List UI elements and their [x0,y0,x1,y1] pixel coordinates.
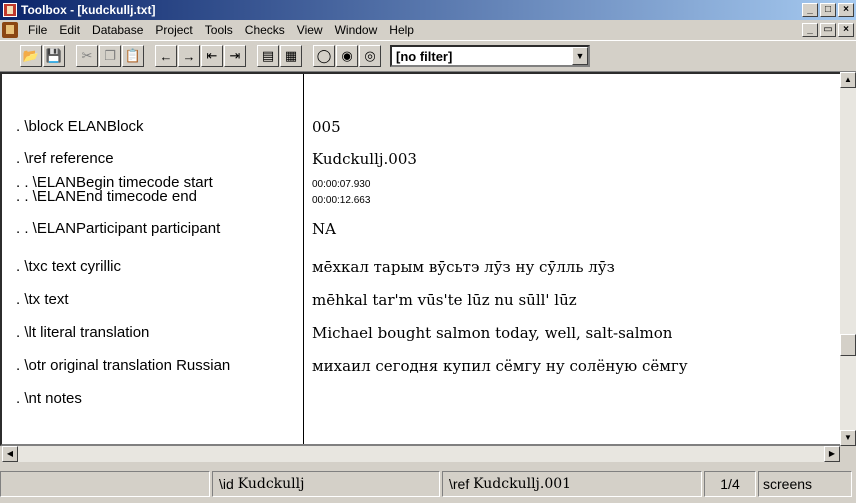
column-view-icon[interactable]: ▦ [280,45,302,67]
minimize-button[interactable]: _ [802,3,818,17]
menu-bar: File Edit Database Project Tools Checks … [0,20,856,40]
document-icon[interactable] [2,22,18,38]
horizontal-scrollbar[interactable]: ◀ ▶ [2,446,840,462]
field-marker[interactable]: . \txc text cyrillic [16,258,121,275]
scroll-right-icon[interactable]: ▶ [824,446,840,462]
field-marker[interactable]: . \lt literal translation [16,324,149,341]
first-record-icon[interactable]: ⇤ [201,45,223,67]
status-ref-value: Kudckullj.001 [473,475,572,492]
menu-checks[interactable]: Checks [239,23,291,37]
search-filter-icon[interactable]: ◎ [359,45,381,67]
close-button[interactable]: × [838,3,854,17]
maximize-button[interactable]: □ [820,3,836,17]
field-marker[interactable]: . \otr original translation Russian [16,357,230,374]
vertical-scrollbar[interactable]: ▲ ▼ [840,72,856,446]
status-id-value: Kudckullj [237,475,305,492]
doc-minimize-button[interactable]: _ [802,23,818,37]
filter-dropdown[interactable]: [no filter] ▼ [390,45,590,67]
scroll-left-icon[interactable]: ◀ [2,446,18,462]
scroll-down-icon[interactable]: ▼ [840,430,856,446]
paste-icon[interactable]: 📋 [122,45,144,67]
status-id: \id Kudckullj [212,470,440,497]
doc-restore-button[interactable]: ▭ [820,23,836,37]
save-icon[interactable]: 💾 [43,45,65,67]
status-record-position: 1/4 [704,470,756,497]
status-bar: \id Kudckullj \ref Kudckullj.001 1/4 scr… [0,464,856,503]
toolbox-app-icon [3,3,17,17]
doc-close-button[interactable]: × [838,23,854,37]
chevron-down-icon[interactable]: ▼ [572,47,588,65]
menu-project[interactable]: Project [149,23,198,37]
find-icon[interactable]: ◯ [313,45,335,67]
toolbar: 📂 💾 ✂ ❐ 📋 ← → ⇤ ⇥ ▤ ▦ ◯ ◉ ◎ [no filter] … [0,40,856,72]
cut-icon[interactable]: ✂ [76,45,98,67]
previous-record-icon[interactable]: ← [155,45,177,67]
field-value[interactable]: мēхкал тарым вӯсьтэ лӯз ну сӯлль лӯз [312,258,615,276]
menu-window[interactable]: Window [329,23,384,37]
menu-view[interactable]: View [291,23,329,37]
field-value[interactable]: 00:00:07.930 [312,179,370,190]
status-ref: \ref Kudckullj.001 [442,470,702,497]
field-value[interactable]: 005 [312,118,341,136]
field-value[interactable]: mēhkal tar'm vūs'te lūz nu sūll' lūz [312,291,577,309]
field-value[interactable]: Michael bought salmon today, well, salt-… [312,324,672,342]
scroll-up-icon[interactable]: ▲ [840,72,856,88]
vertical-scroll-thumb[interactable] [840,334,856,356]
menu-database[interactable]: Database [86,23,149,37]
copy-icon[interactable]: ❐ [99,45,121,67]
field-value[interactable]: NA [312,220,336,238]
menu-tools[interactable]: Tools [199,23,239,37]
record-view[interactable]: . \block ELANBlock 005 . \ref reference … [0,72,856,446]
status-id-label: \id [219,475,234,492]
field-marker[interactable]: . \block ELANBlock [16,118,144,135]
open-folder-icon[interactable]: 📂 [20,45,42,67]
window-title: Toolbox - [kudckullj.txt] [21,3,156,17]
menu-help[interactable]: Help [383,23,420,37]
title-bar: Toolbox - [kudckullj.txt] _ □ × [0,0,856,20]
find-next-icon[interactable]: ◉ [336,45,358,67]
field-marker[interactable]: . \tx text [16,291,69,308]
field-marker[interactable]: . . \ELANEnd timecode end [16,189,197,204]
status-ref-label: \ref [449,475,470,492]
field-marker[interactable]: . \nt notes [16,390,82,407]
field-value[interactable]: михаил сегодня купил сёмгу ну солёную сё… [312,357,688,375]
field-marker[interactable]: . . \ELANParticipant participant [16,220,220,237]
last-record-icon[interactable]: ⇥ [224,45,246,67]
field-value[interactable]: Kudckullj.003 [312,150,417,168]
status-blank [0,470,210,497]
field-marker[interactable]: . \ref reference [16,150,114,167]
filter-value: [no filter] [396,48,453,64]
menu-edit[interactable]: Edit [53,23,86,37]
browse-view-icon[interactable]: ▤ [257,45,279,67]
field-value[interactable]: 00:00:12.663 [312,195,370,206]
next-record-icon[interactable]: → [178,45,200,67]
status-mode: screens [758,470,852,497]
menu-file[interactable]: File [22,23,53,37]
